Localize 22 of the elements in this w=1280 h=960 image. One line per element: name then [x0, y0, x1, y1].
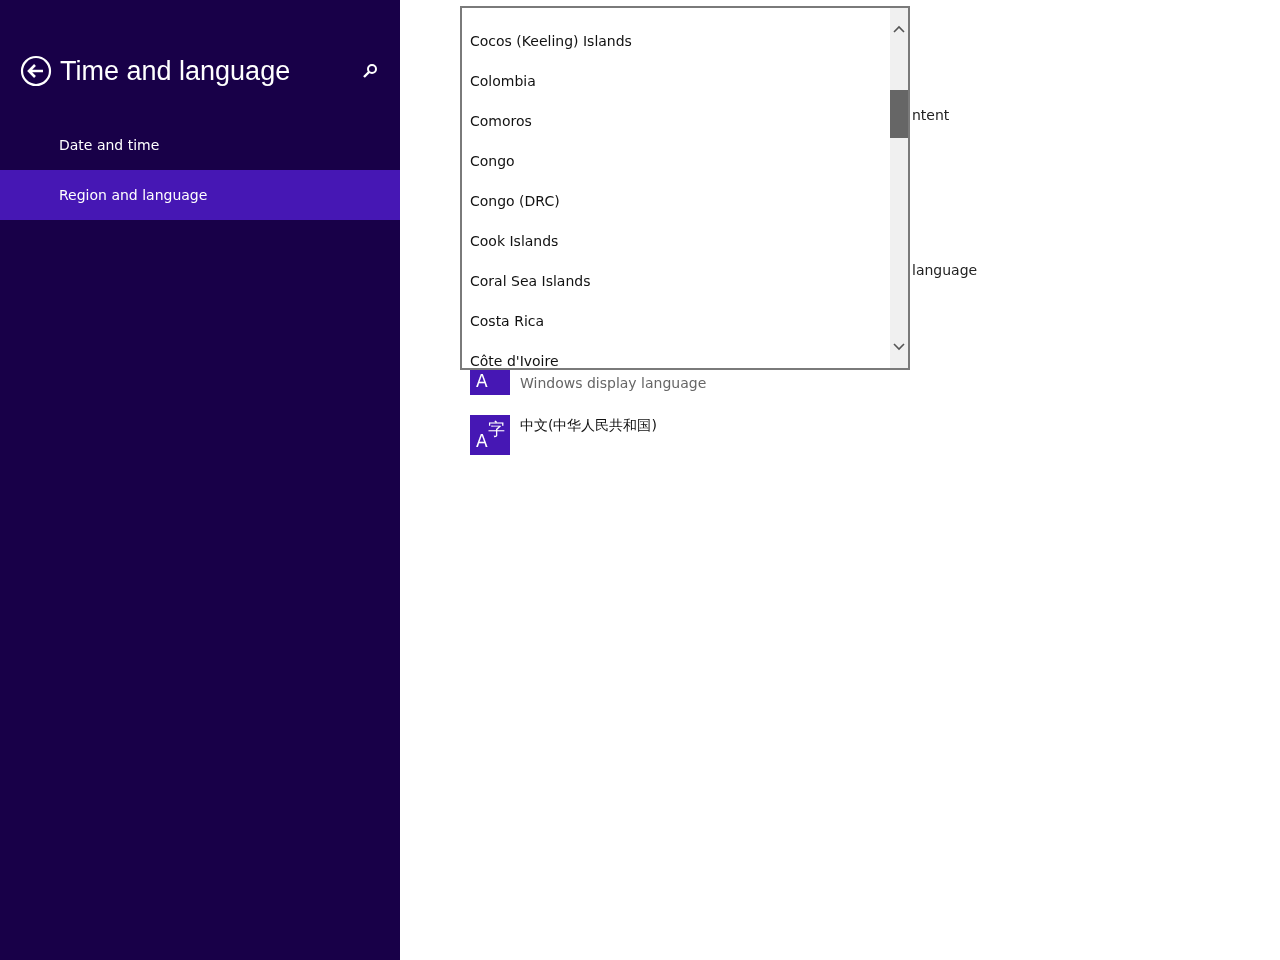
scroll-up-icon[interactable] — [893, 25, 905, 33]
dropdown-option[interactable]: Colombia — [462, 68, 890, 108]
dropdown-option[interactable]: Coral Sea Islands — [462, 268, 890, 308]
dropdown-option[interactable]: Congo (DRC) — [462, 188, 890, 228]
dropdown-option[interactable]: Cook Islands — [462, 228, 890, 268]
search-icon[interactable] — [362, 63, 378, 79]
language-detail: Windows display language — [520, 375, 707, 391]
setting-label: ntent — [912, 107, 950, 123]
nav-item[interactable]: Region and language — [0, 170, 400, 220]
scroll-down-icon[interactable] — [893, 343, 905, 351]
dropdown-option[interactable]: Comoros — [462, 108, 890, 148]
dropdown-option[interactable]: Congo — [462, 148, 890, 188]
dropdown-option[interactable]: Costa Rica — [462, 308, 890, 348]
scrollbar[interactable] — [890, 8, 908, 368]
nav-item[interactable]: Date and time — [0, 120, 400, 170]
language-icon[interactable]: A 字 — [470, 415, 510, 455]
scroll-thumb[interactable] — [890, 90, 908, 138]
page-title: Time and language — [60, 55, 292, 87]
back-icon[interactable] — [20, 55, 52, 87]
setting-label: language — [912, 262, 978, 278]
dropdown-option[interactable]: Cocos (Keeling) Islands — [462, 28, 890, 68]
language-name: 中文(中华人民共和国) — [520, 417, 657, 435]
